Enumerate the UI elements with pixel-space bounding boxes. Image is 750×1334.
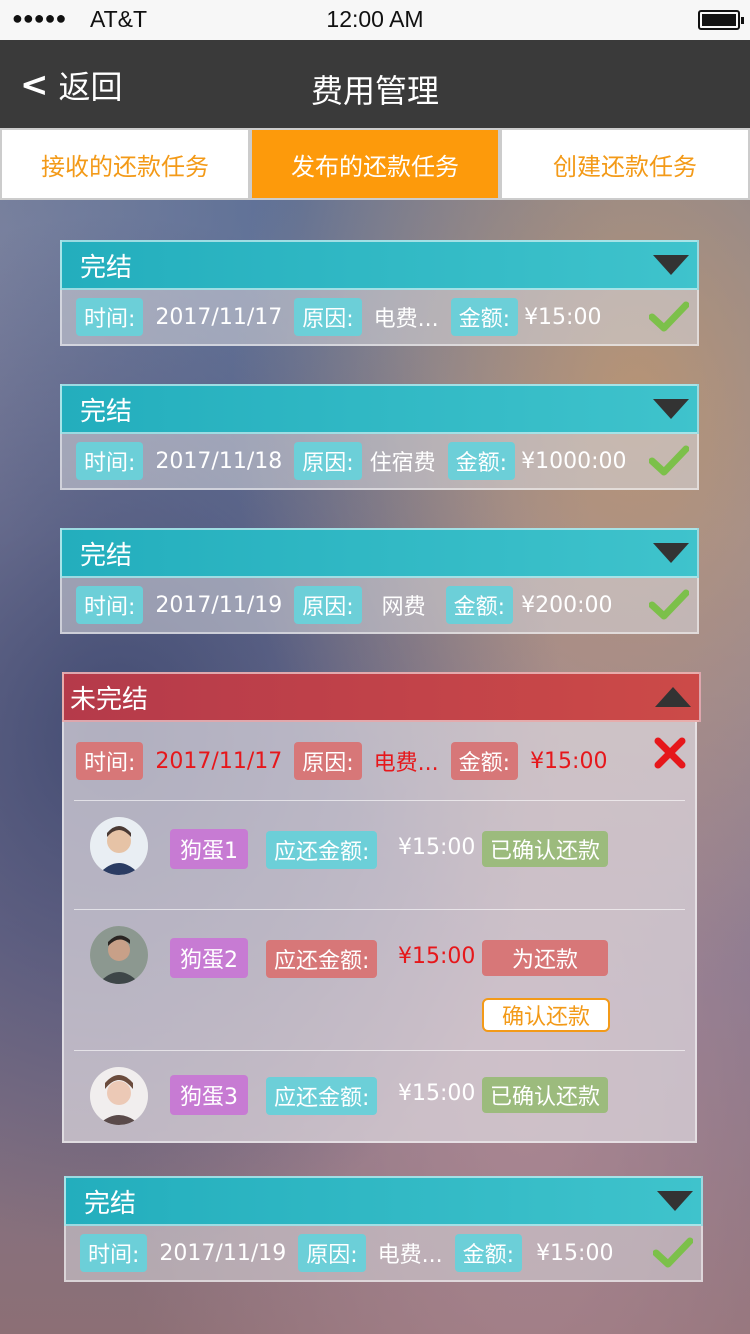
nav-bar: < 返回 费用管理: [0, 40, 750, 128]
record-summary: 时间: 2017/11/18 原因: 住宿费 金额: ¥1000:00: [60, 434, 699, 490]
record-header[interactable]: 完结: [64, 1176, 703, 1226]
clock: 12:00 AM: [326, 6, 424, 32]
status-badge: 已确认还款: [482, 1077, 608, 1113]
record-summary: 时间: 2017/11/17 原因: 电费... 金额: ¥15:00: [60, 290, 699, 346]
due-label: 应还金额:: [266, 831, 378, 869]
amount-label: 金额:: [447, 442, 516, 480]
amount-value: ¥200:00: [521, 592, 613, 618]
time-value: 2017/11/19: [159, 1240, 287, 1266]
status-badge: 为还款: [482, 940, 608, 976]
tab-bar: 接收的还款任务 发布的还款任务 创建还款任务: [0, 128, 750, 200]
reason-value: 网费: [381, 595, 426, 620]
amount-value: ¥15:00: [524, 304, 602, 330]
record-status: 未完结: [70, 684, 149, 715]
check-icon: [653, 1237, 693, 1268]
check-icon: [649, 589, 689, 620]
amount-label: 金额:: [454, 1234, 523, 1272]
due-value: ¥15:00: [398, 1081, 476, 1106]
record-header[interactable]: 完结: [60, 240, 699, 290]
tab-create-task[interactable]: 创建还款任务: [502, 130, 748, 198]
time-label: 时间:: [76, 298, 144, 336]
check-icon: [649, 445, 689, 476]
record-header[interactable]: 未完结: [62, 672, 701, 722]
payer-name: 狗蛋3: [170, 1075, 248, 1115]
avatar: [90, 817, 148, 875]
avatar: [90, 926, 148, 984]
reason-label: 原因:: [298, 1234, 366, 1272]
tab-published-tasks[interactable]: 发布的还款任务: [252, 130, 498, 198]
expand-triangle-icon[interactable]: [653, 255, 689, 275]
record-status: 完结: [80, 540, 133, 571]
amount-value: ¥15:00: [536, 1240, 614, 1266]
payer-name: 狗蛋1: [170, 829, 248, 869]
time-value: 2017/11/17: [155, 304, 283, 330]
record-status: 完结: [84, 1188, 137, 1219]
expand-triangle-icon[interactable]: [653, 543, 689, 563]
record-status: 完结: [80, 252, 133, 283]
record-status: 完结: [80, 396, 133, 427]
battery-icon: [698, 10, 744, 30]
time-label: 时间:: [76, 586, 144, 624]
reason-label: 原因:: [294, 442, 362, 480]
amount-value: ¥15:00: [530, 748, 608, 774]
time-value: 2017/11/18: [155, 448, 283, 474]
record-summary: 时间: 2017/11/19 原因: 网费 金额: ¥200:00: [60, 578, 699, 634]
reason-value: 住宿费: [369, 451, 436, 476]
collapse-triangle-icon[interactable]: [655, 687, 691, 707]
time-label: 时间:: [76, 442, 144, 480]
due-label: 应还金额:: [266, 1077, 378, 1115]
avatar: [90, 1067, 148, 1125]
status-badge: 已确认还款: [482, 831, 608, 867]
expand-triangle-icon[interactable]: [653, 399, 689, 419]
time-value: 2017/11/17: [155, 748, 283, 774]
reason-value: 电费...: [373, 307, 439, 332]
record-card: 完结 时间: 2017/11/17 原因: 电费... 金额: ¥15:00: [60, 240, 699, 346]
cross-icon: [654, 737, 686, 769]
due-label: 应还金额:: [266, 940, 378, 978]
record-card: 完结 时间: 2017/11/18 原因: 住宿费 金额: ¥1000:00: [60, 384, 699, 490]
due-value: ¥15:00: [398, 944, 476, 969]
record-detail-panel: 时间: 2017/11/17 原因: 电费... 金额: ¥15:00 狗蛋1 …: [62, 722, 697, 1143]
payer-row: 狗蛋1 应还金额: ¥15:00 已确认还款: [64, 801, 695, 909]
page-title: 费用管理: [310, 72, 439, 110]
payer-row: 狗蛋2 应还金额: ¥15:00 为还款 确认还款: [64, 910, 695, 1050]
tab-received-tasks[interactable]: 接收的还款任务: [2, 130, 248, 198]
record-summary: 时间: 2017/11/19 原因: 电费... 金额: ¥15:00: [64, 1226, 703, 1282]
reason-value: 电费...: [373, 751, 439, 776]
confirm-repayment-button[interactable]: 确认还款: [482, 998, 610, 1032]
time-value: 2017/11/19: [155, 592, 283, 618]
record-header[interactable]: 完结: [60, 384, 699, 434]
record-card: 完结 时间: 2017/11/19 原因: 电费... 金额: ¥15:00: [64, 1176, 703, 1282]
record-card-expanded: 未完结 时间: 2017/11/17 原因: 电费... 金额: ¥15:00 …: [62, 672, 701, 1143]
reason-label: 原因:: [294, 742, 362, 780]
reason-value: 电费...: [377, 1243, 443, 1268]
expand-triangle-icon[interactable]: [657, 1191, 693, 1211]
check-icon: [649, 301, 689, 332]
payer-name: 狗蛋2: [170, 938, 248, 978]
amount-value: ¥1000:00: [521, 448, 627, 474]
status-bar: ●●●●● AT&T 12:00 AM: [0, 0, 750, 40]
time-label: 时间:: [76, 742, 144, 780]
reason-label: 原因:: [294, 586, 362, 624]
reason-label: 原因:: [294, 298, 362, 336]
record-header[interactable]: 完结: [60, 528, 699, 578]
amount-label: 金额:: [450, 298, 519, 336]
time-label: 时间:: [80, 1234, 148, 1272]
record-card: 完结 时间: 2017/11/19 原因: 网费 金额: ¥200:00: [60, 528, 699, 634]
payer-row: 狗蛋3 应还金额: ¥15:00 已确认还款: [64, 1051, 695, 1141]
amount-label: 金额:: [450, 742, 519, 780]
amount-label: 金额:: [445, 586, 514, 624]
record-summary: 时间: 2017/11/17 原因: 电费... 金额: ¥15:00: [64, 722, 695, 800]
due-value: ¥15:00: [398, 835, 476, 860]
